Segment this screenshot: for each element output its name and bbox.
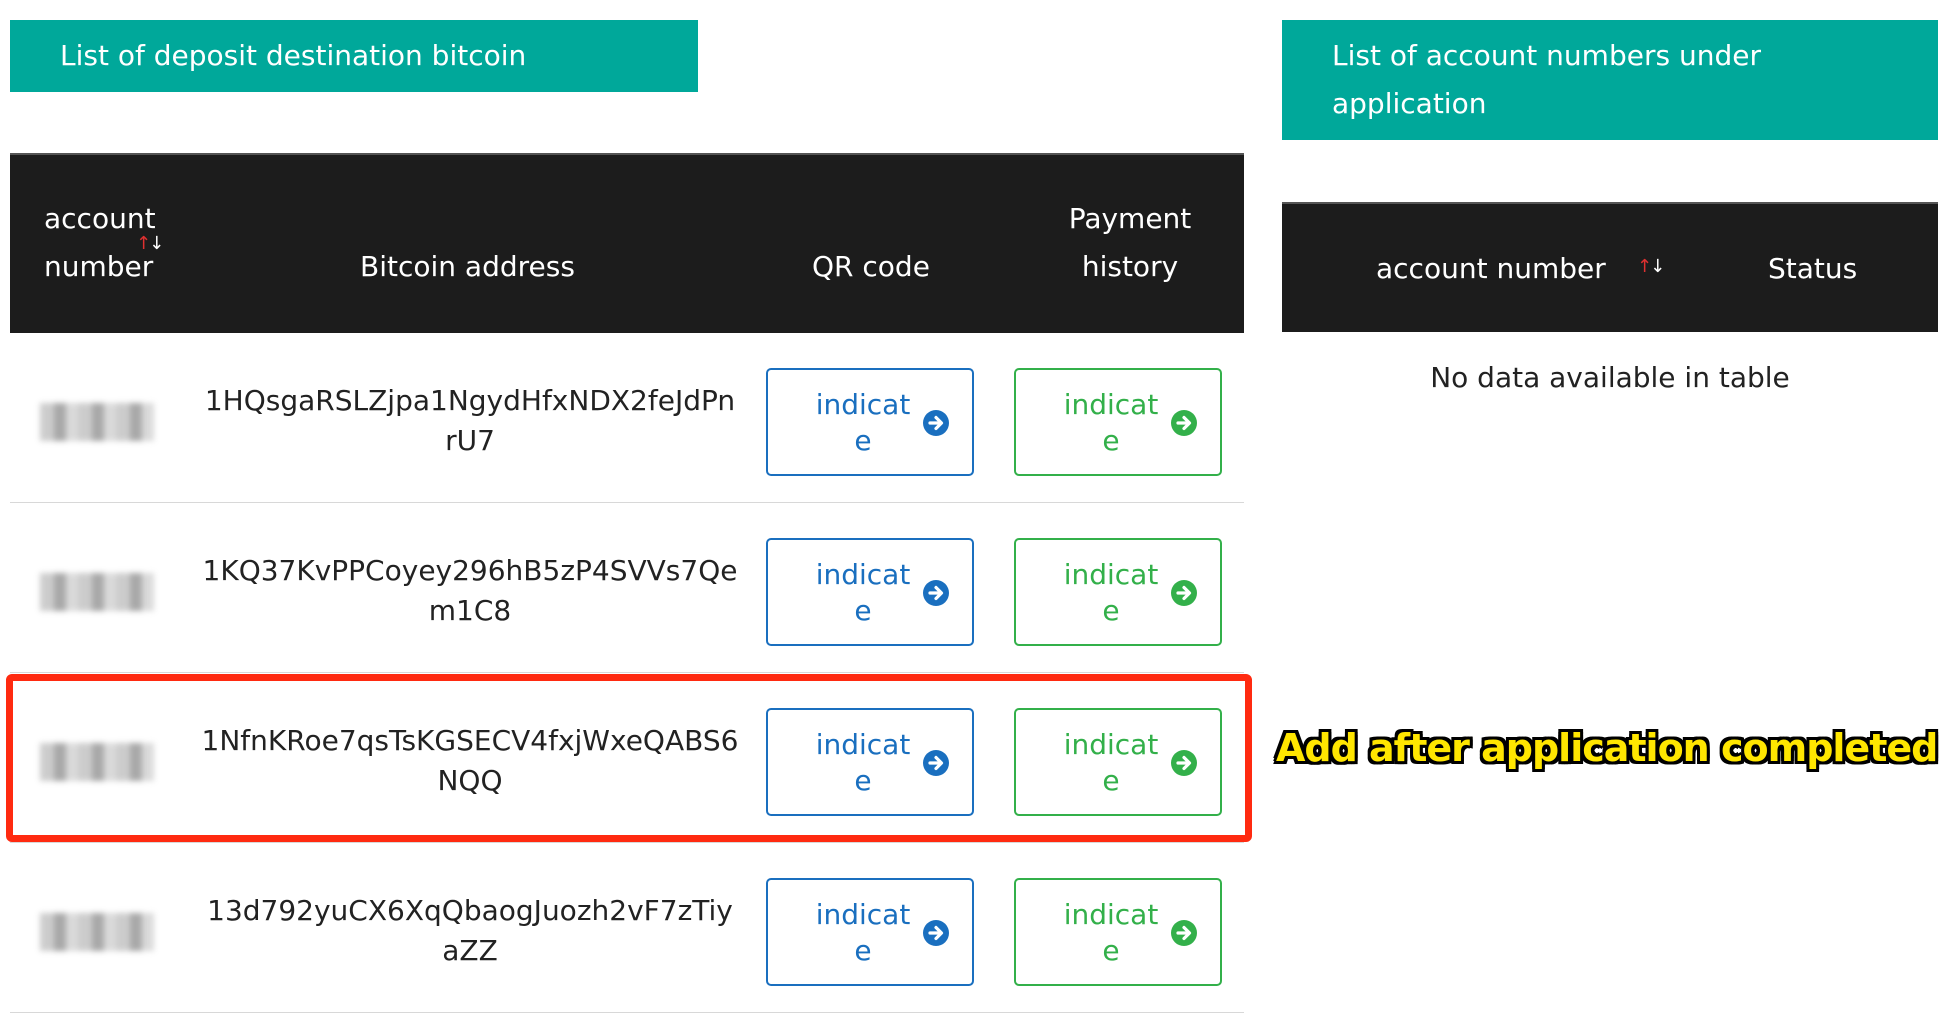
arrow-circle-right-icon — [922, 749, 950, 777]
payment-history-button[interactable]: indicate — [1014, 878, 1222, 986]
qr-code-button[interactable]: indicate — [766, 538, 974, 646]
empty-table-message: No data available in table — [1430, 361, 1790, 394]
qr-code-button-label: indicate — [815, 898, 911, 967]
qr-code-button[interactable]: indicate — [766, 368, 974, 476]
qr-code-button[interactable]: indicate — [766, 878, 974, 986]
payment-history-button-label: indicate — [1063, 388, 1159, 457]
table-row: 1HQsgaRSLZjpa1NgydHfxNDX2feJdPnrU7 indica… — [10, 333, 1244, 503]
column-header-bitcoin-address: Bitcoin address — [360, 250, 575, 283]
arrow-circle-right-icon — [1170, 919, 1198, 947]
sort-down-icon: ↓ — [1650, 256, 1665, 277]
page: List of deposit destination bitcoin addr… — [0, 0, 1944, 1018]
bitcoin-address: 1HQsgaRSLZjpa1NgydHfxNDX2feJdPnrU7 — [204, 384, 736, 457]
bitcoin-address: 1NfnKRoe7qsTsKGSECV4fxjWxeQABS6NQQ — [201, 724, 739, 797]
payment-history-button[interactable]: indicate — [1014, 708, 1222, 816]
qr-code-button-label: indicate — [815, 388, 911, 457]
column-header-status: Status — [1768, 252, 1858, 285]
payment-history-button-label: indicate — [1063, 558, 1159, 627]
arrow-circle-right-icon — [922, 579, 950, 607]
deposit-addresses-title: List of deposit destination bitcoin addr… — [10, 20, 698, 120]
table-row: 1NfnKRoe7qsTsKGSECV4fxjWxeQABS6NQQ indica… — [10, 673, 1244, 843]
qr-code-button-label: indicate — [815, 728, 911, 797]
redacted-account-number — [40, 573, 154, 611]
deposit-addresses-table: account number ↑↓ Bitcoin address QR cod… — [10, 153, 1244, 1013]
payment-history-button[interactable]: indicate — [1014, 538, 1222, 646]
table-body: 1HQsgaRSLZjpa1NgydHfxNDX2feJdPnrU7 indica… — [10, 333, 1244, 1013]
table-header: account number ↑↓ Status — [1282, 202, 1938, 332]
table-header: account number ↑↓ Bitcoin address QR cod… — [10, 153, 1244, 333]
sort-arrows-icon[interactable]: ↑↓ — [1637, 256, 1665, 277]
sort-arrows-icon[interactable]: ↑↓ — [136, 233, 164, 254]
redacted-account-number — [40, 743, 154, 781]
applications-title: List of account numbers under applicatio… — [1282, 20, 1938, 140]
sort-up-icon: ↑ — [136, 233, 151, 254]
bitcoin-address: 13d792yuCX6XqQbaogJuozh2vF7zTiyaZZ — [207, 894, 733, 967]
table-row: 1KQ37KvPPCoyey296hB5zP4SVVs7Qem1C8 indica… — [10, 503, 1244, 673]
redacted-account-number — [40, 403, 154, 441]
column-header-qr-code: QR code — [812, 250, 930, 283]
sort-down-icon: ↓ — [149, 233, 164, 254]
column-header-account-number[interactable]: account number — [1376, 245, 1606, 293]
payment-history-button[interactable]: indicate — [1014, 368, 1222, 476]
payment-history-button-label: indicate — [1063, 728, 1159, 797]
column-header-payment-history: Payment history — [1068, 202, 1192, 283]
arrow-circle-right-icon — [1170, 409, 1198, 437]
annotation-label: Add after application completed — [1276, 726, 1938, 770]
redacted-account-number — [40, 913, 154, 951]
qr-code-button[interactable]: indicate — [766, 708, 974, 816]
arrow-circle-right-icon — [922, 409, 950, 437]
payment-history-button-label: indicate — [1063, 898, 1159, 967]
qr-code-button-label: indicate — [815, 558, 911, 627]
arrow-circle-right-icon — [1170, 579, 1198, 607]
table-row: 13d792yuCX6XqQbaogJuozh2vF7zTiyaZZ indica… — [10, 843, 1244, 1013]
applications-table: account number ↑↓ Status No data availab… — [1282, 202, 1938, 402]
arrow-circle-right-icon — [1170, 749, 1198, 777]
sort-up-icon: ↑ — [1637, 256, 1652, 277]
bitcoin-address: 1KQ37KvPPCoyey296hB5zP4SVVs7Qem1C8 — [202, 554, 738, 627]
arrow-circle-right-icon — [922, 919, 950, 947]
